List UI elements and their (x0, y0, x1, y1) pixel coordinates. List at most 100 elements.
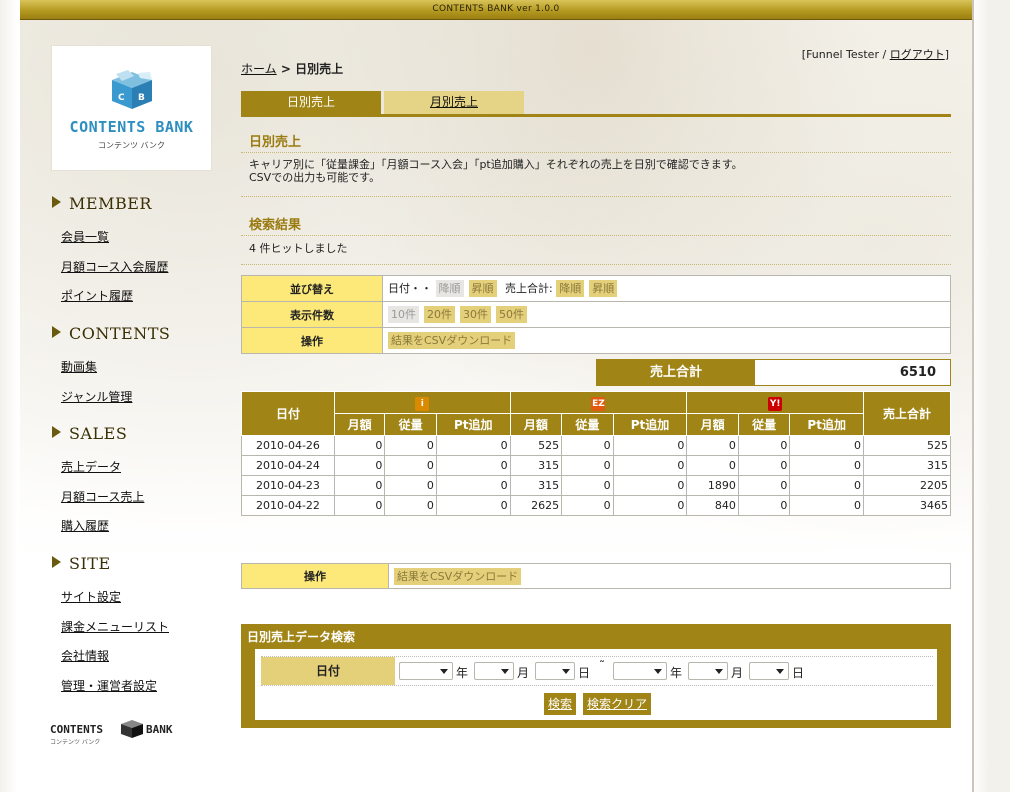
row-value: 840 (686, 495, 739, 516)
tab-monthly-sales[interactable]: 月別売上 (384, 91, 524, 114)
nav-link-monthly-course-sales[interactable]: 月額コース売上 (61, 488, 144, 505)
nav-link-sales-data[interactable]: 売上データ (61, 458, 121, 475)
row-total: 525 (863, 435, 951, 456)
logo-text: CONTENTS BANK (69, 118, 194, 136)
sort-label: 並び替え (241, 275, 383, 302)
sort-date-desc-button[interactable]: 降順 (435, 280, 464, 298)
subheader: 従量 (737, 413, 791, 436)
logo[interactable]: C B CONTENTS BANK コンテンツ バンク (51, 45, 212, 171)
per-page-options: 10件 20件 30件 50件 (382, 301, 951, 328)
breadcrumb: ホーム > 日別売上 (241, 62, 344, 76)
date-header: 日付 (241, 391, 335, 436)
nav-link-purchase-history[interactable]: 購入履歴 (61, 517, 109, 534)
divider (241, 196, 951, 197)
row-value: 0 (612, 475, 688, 496)
row-value: 0 (612, 435, 688, 456)
yahoo-icon: Y! (768, 396, 783, 411)
table-row: 2010-04-24 0 0 0 315 0 0 0 0 0 315 (241, 455, 951, 476)
search-clear-button[interactable]: 検索クリア (583, 693, 652, 715)
csv-download-button[interactable]: 結果をCSVダウンロード (388, 332, 516, 349)
row-date: 2010-04-22 (241, 495, 335, 516)
row-total: 3465 (863, 495, 951, 516)
row-value: 0 (737, 435, 791, 456)
nav-link-billing-menu-list[interactable]: 課金メニューリスト (61, 618, 169, 635)
nav-heading-sales: SALES (52, 424, 127, 443)
to-year-select[interactable] (613, 662, 667, 680)
subheader: 月額 (509, 413, 563, 436)
nav-link-genre-management[interactable]: ジャンル管理 (61, 388, 132, 405)
imode-icon: i (415, 396, 430, 411)
user-name: Funnel Tester (806, 48, 879, 61)
page-title: 日別売上 (249, 135, 302, 150)
row-value: 0 (737, 475, 791, 496)
nav-heading-site: SITE (52, 554, 111, 573)
row-value: 0 (333, 475, 386, 496)
row-value: 0 (435, 495, 511, 516)
breadcrumb-home[interactable]: ホーム (241, 62, 277, 76)
search-button[interactable]: 検索 (544, 693, 577, 715)
version-label: CONTENTS BANK ver 1.0.0 (432, 4, 560, 14)
bottom-csv-download-button[interactable]: 結果をCSVダウンロード (394, 567, 522, 585)
search-date-label: 日付 (261, 657, 395, 685)
tabs: 日別売上 月別売上 (241, 91, 951, 117)
divider (241, 264, 951, 265)
row-value: 0 (686, 455, 739, 476)
subheader: 従量 (384, 413, 437, 436)
from-month-select[interactable] (474, 662, 514, 680)
divider (241, 235, 951, 236)
table-row: 2010-04-22 0 0 0 2625 0 0 840 0 0 3465 (241, 495, 951, 516)
sort-date-asc-button[interactable]: 昇順 (468, 280, 497, 298)
row-value: 0 (561, 495, 614, 516)
row-value: 0 (561, 475, 614, 496)
subheader: 従量 (561, 413, 614, 436)
row-value: 0 (561, 435, 614, 456)
nav-link-point-history[interactable]: ポイント履歴 (61, 287, 133, 304)
per-page-30-button[interactable]: 30件 (460, 306, 491, 323)
tab-daily-sales[interactable]: 日別売上 (241, 91, 381, 114)
table-row: 2010-04-23 0 0 0 315 0 0 1890 0 0 2205 (241, 475, 951, 496)
nav-link-member-list[interactable]: 会員一覧 (61, 228, 109, 245)
divider (241, 152, 951, 153)
triangle-icon (52, 196, 61, 208)
results-count: 4 件ヒットしました (249, 242, 348, 255)
sort-total-asc-button[interactable]: 昇順 (589, 280, 618, 298)
description: キャリア別に「従量課金」「月額コース入会」「pt追加購入」それぞれの売上を日別で… (249, 158, 743, 184)
per-page-50-button[interactable]: 50件 (496, 306, 527, 323)
row-value: 0 (561, 455, 614, 476)
from-year-select[interactable] (399, 662, 453, 680)
row-value: 0 (435, 475, 511, 496)
row-value: 0 (435, 455, 511, 476)
logout-link[interactable]: ログアウト (890, 48, 945, 61)
sort-total-desc-button[interactable]: 降順 (556, 280, 585, 298)
row-value: 2625 (509, 495, 563, 516)
row-value: 0 (737, 495, 791, 516)
row-value: 315 (509, 455, 563, 476)
row-value: 0 (789, 435, 865, 456)
to-day-select[interactable] (749, 662, 789, 680)
nav-heading-contents: CONTENTS (52, 324, 170, 343)
per-page-20-button[interactable]: 20件 (424, 306, 455, 323)
row-value: 0 (789, 475, 865, 496)
nav-link-admin-settings[interactable]: 管理・運営者設定 (61, 677, 157, 694)
nav-link-videos[interactable]: 動画集 (61, 358, 97, 375)
nav-link-site-settings[interactable]: サイト設定 (61, 588, 121, 605)
row-date: 2010-04-23 (241, 475, 335, 496)
options-table: 並び替え 日付・・ 降順 昇順 売上合計: 降順 昇順 表示件数 10件 20件 30件… (241, 275, 951, 354)
action-options: 結果をCSVダウンロード (382, 327, 951, 354)
nav-link-company-info[interactable]: 会社情報 (61, 647, 109, 664)
ezweb-icon: EZ (591, 396, 606, 411)
svg-text:B: B (138, 93, 145, 103)
top-bar: CONTENTS BANK ver 1.0.0 (20, 0, 972, 20)
from-day-select[interactable] (535, 662, 575, 680)
to-month-select[interactable] (688, 662, 728, 680)
nav-link-monthly-course-history[interactable]: 月額コース入会履歴 (61, 258, 168, 275)
row-value: 525 (509, 435, 563, 456)
row-value: 315 (509, 475, 563, 496)
per-page-10-button[interactable]: 10件 (388, 306, 419, 323)
row-value: 0 (333, 435, 386, 456)
svg-text:C: C (118, 93, 125, 103)
cube-icon (121, 720, 143, 738)
row-date: 2010-04-26 (241, 435, 335, 456)
subheader: 月額 (686, 413, 739, 436)
row-total: 2205 (863, 475, 951, 496)
